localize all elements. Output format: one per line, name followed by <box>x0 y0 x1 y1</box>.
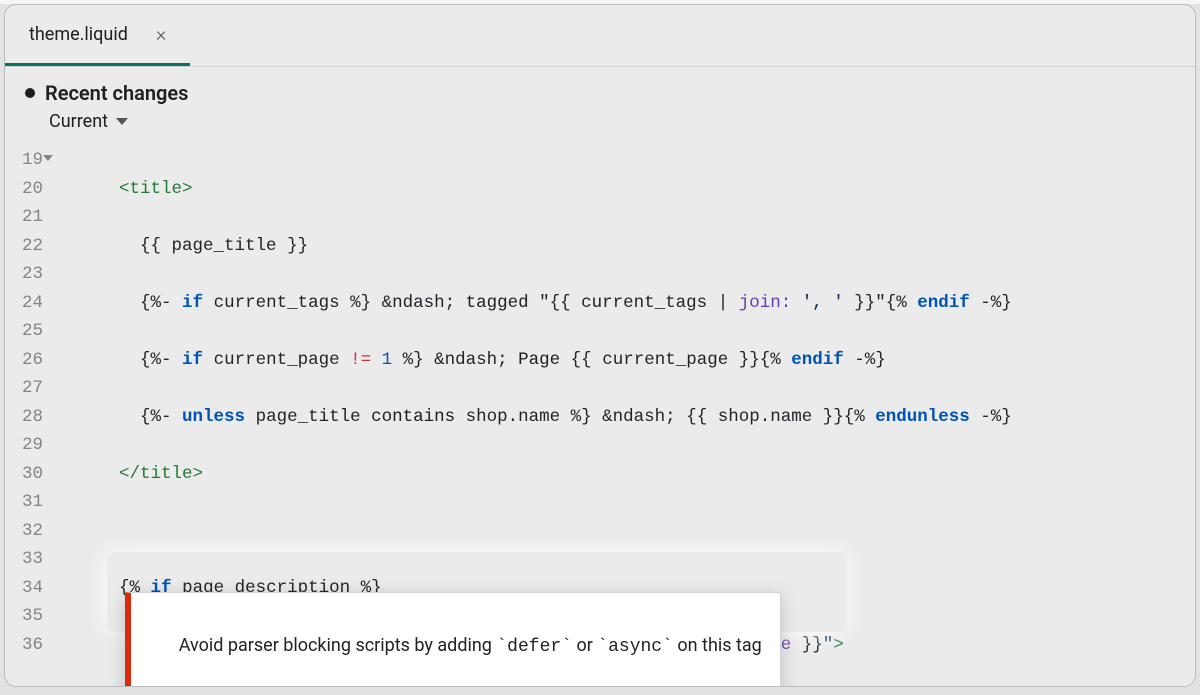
line-number: 22 <box>5 232 43 261</box>
code-area[interactable]: <title> {{ page_title }} {%- if current_… <box>51 146 1195 686</box>
tab-label: theme.liquid <box>29 24 128 45</box>
code-line[interactable]: {%- unless page_title contains shop.name… <box>77 403 1195 432</box>
subheader: Recent changes Current <box>5 67 1195 146</box>
version-label: Current <box>49 111 108 132</box>
line-number: 29 <box>5 431 43 460</box>
tooltip-code: `async` <box>597 637 673 657</box>
line-number: 27 <box>5 374 43 403</box>
line-number: 34 <box>5 574 43 603</box>
tooltip-text: Avoid parser blocking scripts by adding <box>179 635 497 656</box>
tooltip-text: or <box>572 635 597 656</box>
chevron-down-icon <box>116 118 128 125</box>
line-number: 32 <box>5 517 43 546</box>
recent-changes-label: Recent changes <box>25 81 1175 105</box>
line-number: 28 <box>5 403 43 432</box>
version-selector[interactable]: Current <box>25 105 1175 136</box>
close-icon[interactable]: × <box>156 22 166 46</box>
recent-changes-text: Recent changes <box>45 81 188 105</box>
line-number: 35 <box>5 602 43 631</box>
tab-bar: theme.liquid × <box>5 5 1195 67</box>
tooltip-text: on this tag <box>673 635 762 656</box>
unsaved-dot-icon <box>25 88 35 98</box>
lint-tooltip: Avoid parser blocking scripts by adding … <box>125 592 781 686</box>
code-line[interactable]: <title> <box>77 175 1195 204</box>
line-number: 26 <box>5 346 43 375</box>
line-number: 21 <box>5 203 43 232</box>
editor-frame: theme.liquid × Recent changes Current 19… <box>4 4 1196 687</box>
line-number: 30 <box>5 460 43 489</box>
code-editor[interactable]: 19 20 21 22 23 24 25 26 27 28 29 30 31 3… <box>5 146 1195 686</box>
line-number: 24 <box>5 289 43 318</box>
line-number: 25 <box>5 317 43 346</box>
line-number: 23 <box>5 260 43 289</box>
line-number: 31 <box>5 488 43 517</box>
code-line[interactable]: {%- if current_page != 1 %} &ndash; Page… <box>77 346 1195 375</box>
code-line[interactable]: </title> <box>77 460 1195 489</box>
code-line[interactable]: {{ page_title }} <box>77 232 1195 261</box>
tab-theme-liquid[interactable]: theme.liquid × <box>5 5 190 66</box>
tooltip-code: `defer` <box>496 637 572 657</box>
line-number: 36 <box>5 631 43 660</box>
line-number: 33 <box>5 545 43 574</box>
line-number: 19 <box>5 146 43 175</box>
code-line[interactable]: {%- if current_tags %} &ndash; tagged "{… <box>77 289 1195 318</box>
line-number: 20 <box>5 175 43 204</box>
code-line[interactable] <box>77 517 1195 546</box>
line-number-gutter: 19 20 21 22 23 24 25 26 27 28 29 30 31 3… <box>5 146 51 686</box>
